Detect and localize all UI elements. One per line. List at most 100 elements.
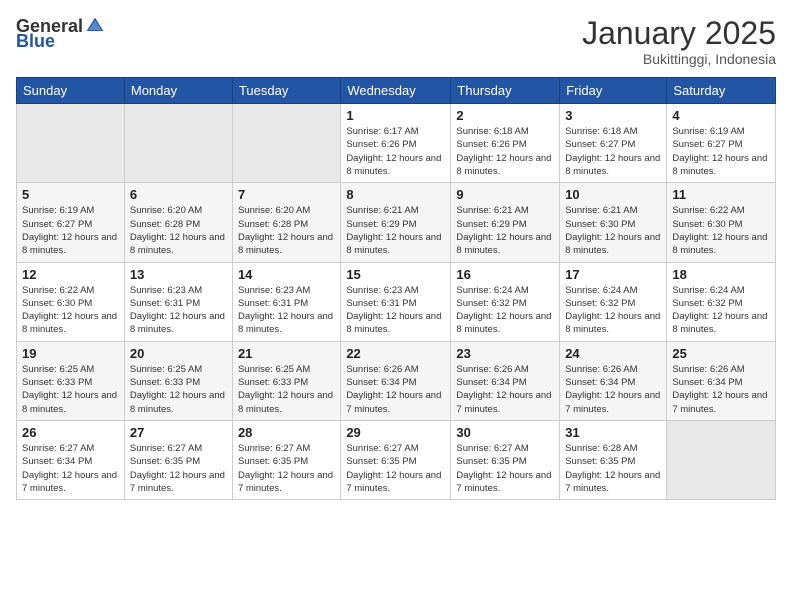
logo-blue: Blue (16, 32, 55, 50)
day-info: Sunrise: 6:26 AMSunset: 6:34 PMDaylight:… (346, 363, 445, 416)
day-cell: 30 Sunrise: 6:27 AMSunset: 6:35 PMDaylig… (451, 420, 560, 499)
week-row-4: 26 Sunrise: 6:27 AMSunset: 6:34 PMDaylig… (17, 420, 776, 499)
day-cell: 20 Sunrise: 6:25 AMSunset: 6:33 PMDaylig… (124, 341, 232, 420)
day-number: 8 (346, 187, 445, 202)
day-number: 3 (565, 108, 661, 123)
day-number: 30 (456, 425, 554, 440)
day-number: 23 (456, 346, 554, 361)
col-monday: Monday (124, 78, 232, 104)
day-cell: 25 Sunrise: 6:26 AMSunset: 6:34 PMDaylig… (667, 341, 776, 420)
day-number: 9 (456, 187, 554, 202)
day-info: Sunrise: 6:27 AMSunset: 6:35 PMDaylight:… (346, 442, 445, 495)
day-info: Sunrise: 6:27 AMSunset: 6:35 PMDaylight:… (130, 442, 227, 495)
day-cell: 28 Sunrise: 6:27 AMSunset: 6:35 PMDaylig… (232, 420, 340, 499)
day-info: Sunrise: 6:24 AMSunset: 6:32 PMDaylight:… (565, 284, 661, 337)
col-friday: Friday (560, 78, 667, 104)
day-cell: 24 Sunrise: 6:26 AMSunset: 6:34 PMDaylig… (560, 341, 667, 420)
day-info: Sunrise: 6:18 AMSunset: 6:27 PMDaylight:… (565, 125, 661, 178)
day-number: 31 (565, 425, 661, 440)
day-info: Sunrise: 6:26 AMSunset: 6:34 PMDaylight:… (456, 363, 554, 416)
day-info: Sunrise: 6:21 AMSunset: 6:29 PMDaylight:… (456, 204, 554, 257)
day-info: Sunrise: 6:20 AMSunset: 6:28 PMDaylight:… (130, 204, 227, 257)
day-number: 29 (346, 425, 445, 440)
day-cell: 17 Sunrise: 6:24 AMSunset: 6:32 PMDaylig… (560, 262, 667, 341)
day-number: 22 (346, 346, 445, 361)
day-number: 12 (22, 267, 119, 282)
day-info: Sunrise: 6:21 AMSunset: 6:30 PMDaylight:… (565, 204, 661, 257)
col-saturday: Saturday (667, 78, 776, 104)
logo-icon (85, 16, 105, 36)
day-cell: 18 Sunrise: 6:24 AMSunset: 6:32 PMDaylig… (667, 262, 776, 341)
day-info: Sunrise: 6:25 AMSunset: 6:33 PMDaylight:… (130, 363, 227, 416)
day-info: Sunrise: 6:23 AMSunset: 6:31 PMDaylight:… (346, 284, 445, 337)
day-cell: 15 Sunrise: 6:23 AMSunset: 6:31 PMDaylig… (341, 262, 451, 341)
day-info: Sunrise: 6:25 AMSunset: 6:33 PMDaylight:… (22, 363, 119, 416)
day-cell: 8 Sunrise: 6:21 AMSunset: 6:29 PMDayligh… (341, 183, 451, 262)
month-year: January 2025 (582, 16, 776, 51)
day-info: Sunrise: 6:19 AMSunset: 6:27 PMDaylight:… (22, 204, 119, 257)
location: Bukittinggi, Indonesia (582, 51, 776, 67)
day-cell: 12 Sunrise: 6:22 AMSunset: 6:30 PMDaylig… (17, 262, 125, 341)
day-cell: 21 Sunrise: 6:25 AMSunset: 6:33 PMDaylig… (232, 341, 340, 420)
day-cell: 7 Sunrise: 6:20 AMSunset: 6:28 PMDayligh… (232, 183, 340, 262)
week-row-2: 12 Sunrise: 6:22 AMSunset: 6:30 PMDaylig… (17, 262, 776, 341)
day-cell (667, 420, 776, 499)
day-info: Sunrise: 6:24 AMSunset: 6:32 PMDaylight:… (456, 284, 554, 337)
day-info: Sunrise: 6:22 AMSunset: 6:30 PMDaylight:… (672, 204, 770, 257)
day-cell: 11 Sunrise: 6:22 AMSunset: 6:30 PMDaylig… (667, 183, 776, 262)
title-section: January 2025 Bukittinggi, Indonesia (582, 16, 776, 67)
week-row-1: 5 Sunrise: 6:19 AMSunset: 6:27 PMDayligh… (17, 183, 776, 262)
day-number: 11 (672, 187, 770, 202)
day-info: Sunrise: 6:23 AMSunset: 6:31 PMDaylight:… (238, 284, 335, 337)
day-number: 14 (238, 267, 335, 282)
day-number: 26 (22, 425, 119, 440)
day-number: 21 (238, 346, 335, 361)
day-cell (124, 104, 232, 183)
day-cell: 26 Sunrise: 6:27 AMSunset: 6:34 PMDaylig… (17, 420, 125, 499)
day-info: Sunrise: 6:22 AMSunset: 6:30 PMDaylight:… (22, 284, 119, 337)
day-number: 28 (238, 425, 335, 440)
week-row-0: 1 Sunrise: 6:17 AMSunset: 6:26 PMDayligh… (17, 104, 776, 183)
day-cell: 13 Sunrise: 6:23 AMSunset: 6:31 PMDaylig… (124, 262, 232, 341)
day-number: 25 (672, 346, 770, 361)
day-number: 24 (565, 346, 661, 361)
day-number: 5 (22, 187, 119, 202)
day-number: 19 (22, 346, 119, 361)
day-number: 6 (130, 187, 227, 202)
day-cell: 19 Sunrise: 6:25 AMSunset: 6:33 PMDaylig… (17, 341, 125, 420)
header: General Blue January 2025 Bukittinggi, I… (16, 16, 776, 67)
day-info: Sunrise: 6:19 AMSunset: 6:27 PMDaylight:… (672, 125, 770, 178)
day-info: Sunrise: 6:27 AMSunset: 6:35 PMDaylight:… (238, 442, 335, 495)
day-info: Sunrise: 6:23 AMSunset: 6:31 PMDaylight:… (130, 284, 227, 337)
day-info: Sunrise: 6:27 AMSunset: 6:34 PMDaylight:… (22, 442, 119, 495)
day-number: 2 (456, 108, 554, 123)
day-number: 17 (565, 267, 661, 282)
day-number: 27 (130, 425, 227, 440)
day-cell: 3 Sunrise: 6:18 AMSunset: 6:27 PMDayligh… (560, 104, 667, 183)
header-row: Sunday Monday Tuesday Wednesday Thursday… (17, 78, 776, 104)
day-cell: 29 Sunrise: 6:27 AMSunset: 6:35 PMDaylig… (341, 420, 451, 499)
day-info: Sunrise: 6:28 AMSunset: 6:35 PMDaylight:… (565, 442, 661, 495)
calendar-page: General Blue January 2025 Bukittinggi, I… (0, 0, 792, 612)
day-number: 16 (456, 267, 554, 282)
calendar-table: Sunday Monday Tuesday Wednesday Thursday… (16, 77, 776, 500)
day-info: Sunrise: 6:24 AMSunset: 6:32 PMDaylight:… (672, 284, 770, 337)
col-wednesday: Wednesday (341, 78, 451, 104)
day-cell: 5 Sunrise: 6:19 AMSunset: 6:27 PMDayligh… (17, 183, 125, 262)
day-cell: 16 Sunrise: 6:24 AMSunset: 6:32 PMDaylig… (451, 262, 560, 341)
day-number: 4 (672, 108, 770, 123)
day-cell: 31 Sunrise: 6:28 AMSunset: 6:35 PMDaylig… (560, 420, 667, 499)
week-row-3: 19 Sunrise: 6:25 AMSunset: 6:33 PMDaylig… (17, 341, 776, 420)
day-info: Sunrise: 6:27 AMSunset: 6:35 PMDaylight:… (456, 442, 554, 495)
day-info: Sunrise: 6:18 AMSunset: 6:26 PMDaylight:… (456, 125, 554, 178)
day-cell: 4 Sunrise: 6:19 AMSunset: 6:27 PMDayligh… (667, 104, 776, 183)
day-number: 1 (346, 108, 445, 123)
day-info: Sunrise: 6:21 AMSunset: 6:29 PMDaylight:… (346, 204, 445, 257)
day-number: 20 (130, 346, 227, 361)
day-info: Sunrise: 6:26 AMSunset: 6:34 PMDaylight:… (672, 363, 770, 416)
day-number: 13 (130, 267, 227, 282)
col-thursday: Thursday (451, 78, 560, 104)
day-info: Sunrise: 6:25 AMSunset: 6:33 PMDaylight:… (238, 363, 335, 416)
day-cell: 22 Sunrise: 6:26 AMSunset: 6:34 PMDaylig… (341, 341, 451, 420)
day-cell: 9 Sunrise: 6:21 AMSunset: 6:29 PMDayligh… (451, 183, 560, 262)
